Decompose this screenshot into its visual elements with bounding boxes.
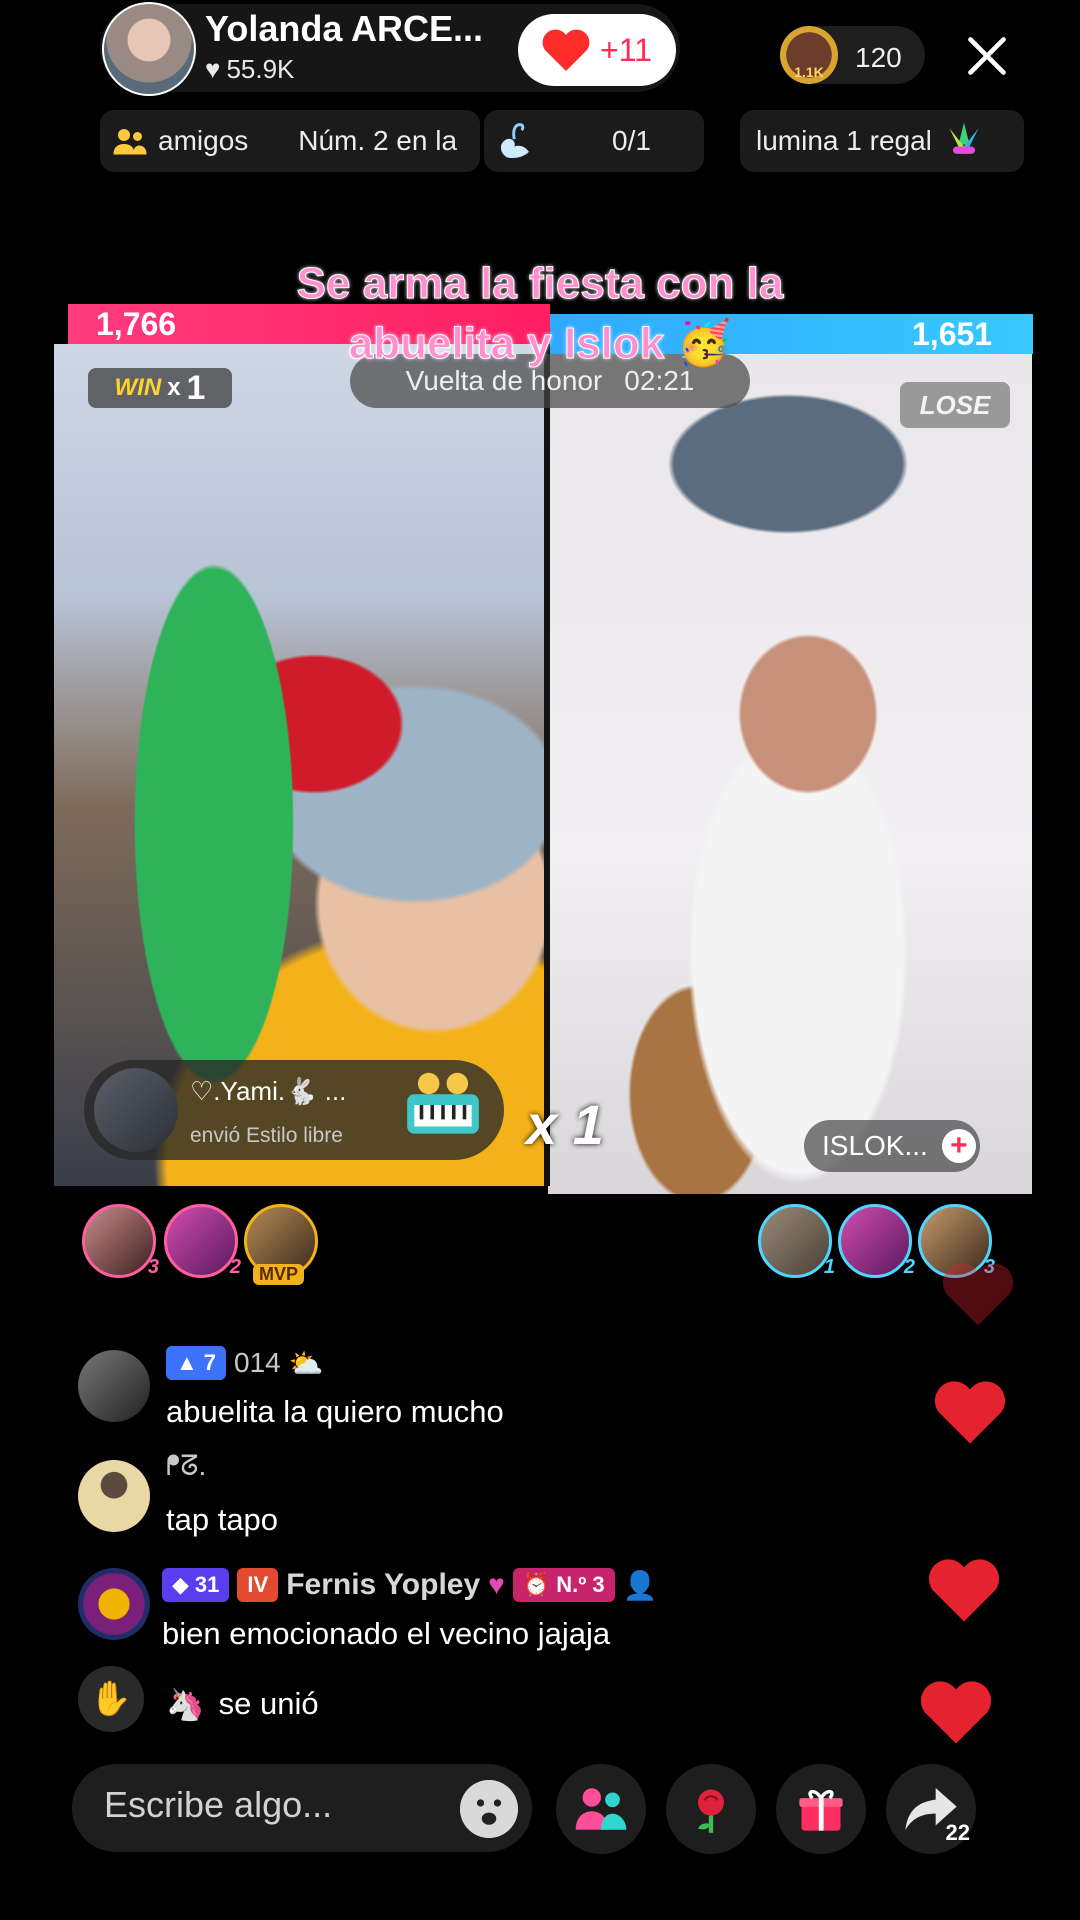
left-rank-avatar-1[interactable]: 3 (82, 1204, 159, 1278)
party-face-icon: 🥳 (676, 319, 732, 368)
lose-badge: LOSE (900, 382, 1010, 428)
gift-sender-avatar[interactable] (94, 1068, 178, 1152)
person-icon: 👤 (622, 1569, 658, 1601)
mvp-badge: MVP (253, 1264, 305, 1285)
rank-badge: 2 (229, 1256, 241, 1278)
keyboard-gift-icon (407, 1072, 479, 1134)
friends-label: amigos (158, 125, 249, 156)
right-rank-avatar-1[interactable]: 1 (758, 1204, 835, 1278)
chat-avatar[interactable] (78, 1350, 150, 1422)
host-likes: ♥ 55.9K (205, 54, 294, 85)
emoji-icon[interactable] (460, 1780, 518, 1838)
rose-gift-button[interactable] (666, 1764, 756, 1854)
host-avatar[interactable] (102, 2, 196, 96)
rank-label: Núm. 2 en la (298, 125, 458, 156)
purple-heart-icon: ♥ (488, 1569, 505, 1600)
host-likes-count: 55.9K (226, 54, 295, 84)
chat-avatar[interactable] (78, 1568, 150, 1640)
chat-message: bien emocionado el vecino jajaja (162, 1616, 611, 1651)
heart-icon (928, 1559, 1000, 1622)
right-score: 1,651 (912, 316, 993, 352)
heart-icon (920, 1681, 992, 1744)
chat-username: Fernis Yopley (286, 1568, 481, 1601)
gift-goal-chip[interactable]: lumina 1 regal (740, 110, 1024, 172)
left-rank-avatar-mvp[interactable]: MVP (244, 1204, 318, 1285)
chat-username: ᖰᘔ. (166, 1450, 207, 1481)
opponent-video-feed[interactable] (548, 354, 1032, 1194)
gift-action: envió Estilo libre (190, 1124, 343, 1147)
diamond-icon: ◆ (172, 1572, 189, 1597)
combo-counter: x 1 (526, 1093, 604, 1156)
clock-icon: ⏰ (522, 1572, 551, 1597)
level-value: 31 (194, 1572, 220, 1597)
fan-level-badge: IV (237, 1568, 279, 1602)
level-badge: ◆ 31 (162, 1568, 230, 1602)
feather-crown-icon (949, 122, 979, 154)
gift-button[interactable] (776, 1764, 866, 1854)
heart-icon: ♥ (205, 54, 221, 84)
weather-icon: ⛅ (288, 1347, 324, 1379)
right-rank-avatar-2[interactable]: 2 (838, 1204, 915, 1278)
rose-icon (698, 1789, 724, 1833)
overlay-caption: Se arma la fiesta con la abuelita y Islo… (240, 254, 840, 374)
chat-avatar[interactable] (78, 1460, 150, 1532)
gift-sender-name: ♡.Yami.🐇 ... (190, 1076, 347, 1106)
heart-icon (942, 1263, 1014, 1326)
level-value: 7 (203, 1350, 217, 1375)
opponent-follow-pill[interactable]: ISLOK... + (804, 1120, 980, 1172)
chat-header: ᖰᘔ. (166, 1450, 206, 1483)
win-count: 1 (186, 368, 206, 407)
chat-header: ◆ 31 IV Fernis Yopley ♥ ⏰ N.º 3 👤 (162, 1568, 657, 1602)
friends-rank-chip[interactable]: amigos Núm. 2 en la (100, 110, 480, 172)
host-name[interactable]: Yolanda ARCE... (205, 8, 483, 50)
plus-icon[interactable]: + (941, 1129, 976, 1163)
chat-message: abuelita la quiero mucho (166, 1394, 504, 1429)
follow-count: +11 (600, 31, 652, 68)
share-count: 22 (945, 1820, 970, 1845)
rank-badge: ⏰ N.º 3 (512, 1568, 615, 1602)
chat-username: 014 (234, 1347, 281, 1378)
battle-divider (544, 344, 550, 1186)
left-score: 1,766 (96, 306, 177, 342)
caption-line-2-text: abuelita y Islok (348, 319, 665, 369)
chat-message: tap tapo (166, 1502, 279, 1537)
rank-value: N.º 3 (556, 1572, 605, 1597)
rank-badge: 1 (823, 1256, 835, 1278)
goal-chip[interactable]: 0/1 (484, 110, 704, 172)
heart-icon (542, 29, 590, 71)
caption-line-1: Se arma la fiesta con la (296, 259, 784, 309)
friends-icon (113, 129, 147, 155)
unicorn-icon: 🦄 (166, 1687, 205, 1722)
rank-badge: 3 (147, 1256, 159, 1278)
heart-icon (934, 1381, 1006, 1444)
share-button[interactable]: 22 (886, 1764, 976, 1854)
gift-goal-label: lumina 1 regal (756, 125, 932, 156)
swan-icon (500, 123, 529, 159)
rank-badge: 2 (903, 1256, 915, 1278)
chat-header: ▲ 7 014 ⛅ (166, 1346, 324, 1380)
goal-progress: 0/1 (612, 125, 651, 156)
viewer-count: 120 (855, 42, 902, 73)
join-text: se unió (218, 1686, 319, 1721)
caption-line-2: abuelita y Islok 🥳 (240, 314, 840, 374)
level-badge: ▲ 7 (166, 1346, 227, 1380)
win-label: WIN (114, 374, 162, 401)
wave-hand-icon: ✋ (78, 1666, 144, 1732)
win-multiplier: x (167, 374, 181, 401)
win-badge: WIN x 1 (88, 368, 232, 408)
people-icon (575, 1788, 627, 1830)
triangle-icon: ▲ (176, 1350, 198, 1375)
left-rank-avatar-2[interactable]: 2 (164, 1204, 241, 1278)
coin-label: 1.1K (794, 64, 824, 80)
gift-icon (799, 1789, 843, 1831)
comment-placeholder[interactable]: Escribe algo... (104, 1784, 332, 1826)
opponent-name: ISLOK... (822, 1130, 928, 1161)
multi-guest-button[interactable] (556, 1764, 646, 1854)
top-gifter-coin[interactable]: 1.1K (780, 26, 838, 84)
close-icon[interactable] (965, 34, 1009, 78)
join-message: 🦄 se unió (166, 1686, 319, 1723)
follow-button[interactable]: +11 (518, 14, 676, 86)
